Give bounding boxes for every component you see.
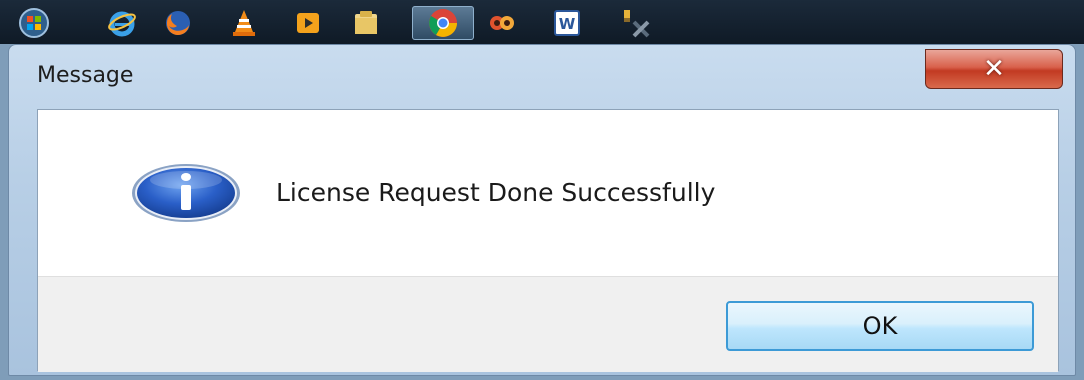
taskbar-item-vlc[interactable] — [222, 6, 266, 40]
taskbar-item-media-player[interactable] — [286, 6, 330, 40]
taskbar-item-ie[interactable] — [100, 6, 144, 40]
message-area: License Request Done Successfully — [38, 110, 1058, 276]
close-button[interactable]: ✕ — [925, 49, 1063, 89]
taskbar-item-explorer[interactable] — [344, 6, 388, 40]
message-text: License Request Done Successfully — [276, 178, 716, 207]
taskbar-item-firefox[interactable] — [156, 6, 200, 40]
firefox-icon — [166, 11, 190, 36]
taskbar-item-word[interactable]: W — [546, 6, 590, 40]
desktop-screen: W Message ✕ License Request Done Success… — [0, 0, 1084, 380]
ok-button[interactable]: OK — [726, 301, 1034, 351]
taskbar-item-photos[interactable] — [480, 6, 524, 40]
vlc-icon — [233, 10, 255, 36]
windows-start-icon — [19, 8, 49, 38]
close-icon: ✕ — [983, 54, 1005, 84]
message-dialog: Message ✕ License Request Done Successfu… — [8, 44, 1076, 376]
taskbar: W — [0, 0, 1084, 44]
tools-icon — [624, 10, 650, 38]
file-explorer-icon — [355, 11, 377, 34]
word-icon: W — [554, 10, 580, 36]
info-icon — [132, 164, 240, 222]
dialog-client-area: License Request Done Successfully OK — [37, 109, 1059, 372]
taskbar-item-start[interactable] — [12, 6, 56, 40]
taskbar-item-chrome[interactable] — [412, 6, 474, 40]
dialog-title: Message — [37, 63, 134, 88]
button-area: OK — [38, 276, 1058, 372]
chrome-icon — [429, 9, 457, 37]
svg-text:W: W — [559, 15, 576, 33]
media-player-icon — [297, 13, 319, 33]
internet-explorer-icon — [108, 11, 136, 37]
taskbar-item-tools[interactable] — [614, 6, 658, 40]
photos-icon — [490, 16, 514, 30]
